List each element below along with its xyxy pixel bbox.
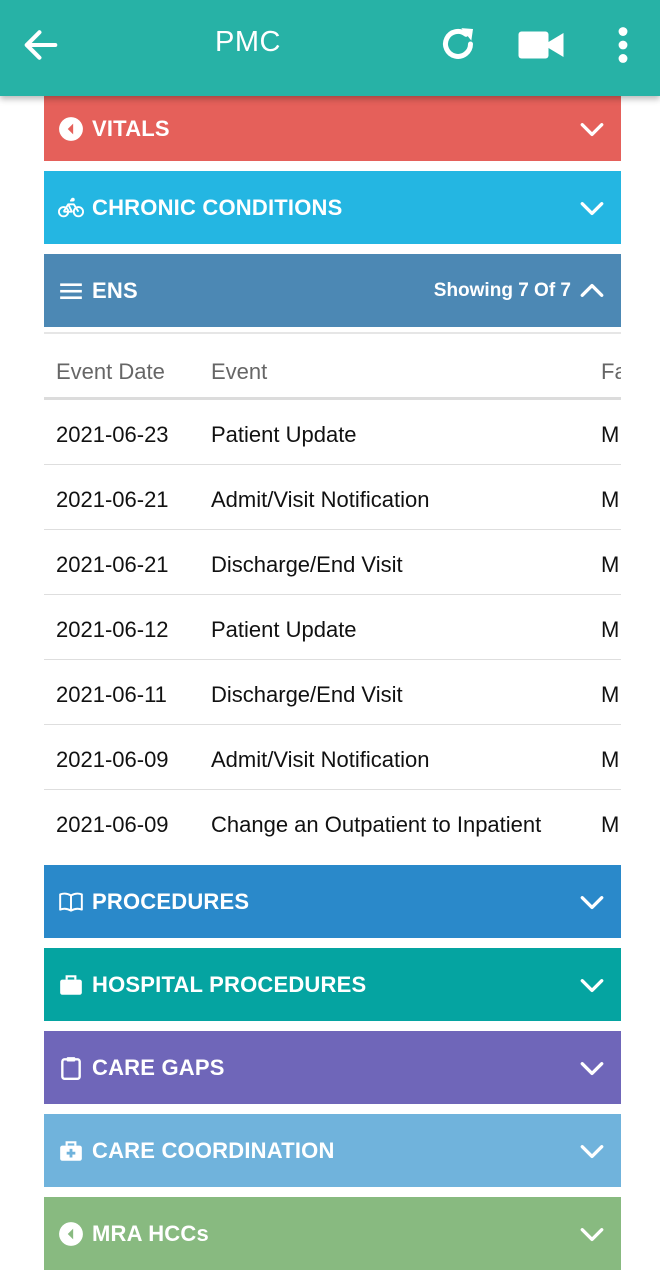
cell-facility: M bbox=[601, 617, 620, 642]
chevron-down-icon bbox=[580, 1061, 604, 1075]
cell-event: Admit/Visit Notification bbox=[211, 747, 430, 772]
section-procedures-label: PROCEDURES bbox=[92, 888, 250, 914]
chevron-down-icon bbox=[580, 895, 604, 909]
column-header-event[interactable]: Event bbox=[211, 359, 267, 385]
chevron-up-icon bbox=[580, 283, 604, 297]
chevron-down-icon bbox=[580, 201, 604, 215]
chevron-down-icon bbox=[580, 1227, 604, 1241]
briefcase-icon bbox=[60, 974, 82, 995]
menu-lines-icon bbox=[60, 282, 82, 299]
cell-facility: M bbox=[601, 487, 620, 512]
section-ens-label: ENS bbox=[92, 277, 138, 303]
section-chronic-conditions[interactable]: CHRONIC CONDITIONS bbox=[44, 171, 621, 244]
section-ens[interactable]: ENS Showing 7 Of 7 bbox=[44, 254, 621, 327]
cell-event: Discharge/End Visit bbox=[211, 552, 403, 577]
section-vitals-label: VITALS bbox=[92, 115, 170, 141]
video-camera-icon[interactable] bbox=[518, 30, 564, 60]
book-icon bbox=[59, 892, 83, 912]
table-row[interactable]: 2021-06-12 Patient Update M bbox=[44, 595, 621, 660]
section-care-coordination-label: CARE COORDINATION bbox=[92, 1137, 335, 1163]
section-hospital-label: HOSPITAL PROCEDURES bbox=[92, 971, 367, 997]
table-row[interactable]: 2021-06-11 Discharge/End Visit M bbox=[44, 660, 621, 725]
ens-table[interactable]: Event Date Event Fa 2021-06-23 Patient U… bbox=[44, 327, 621, 857]
circle-chevron-left-icon bbox=[59, 116, 83, 141]
cell-event: Patient Update bbox=[211, 422, 357, 447]
section-care-gaps[interactable]: CARE GAPS bbox=[44, 1031, 621, 1104]
cell-event-date: 2021-06-09 bbox=[56, 812, 169, 837]
section-mra-hccs[interactable]: MRA HCCs bbox=[44, 1197, 621, 1270]
clipboard-icon bbox=[61, 1056, 81, 1080]
chevron-down-icon bbox=[580, 1144, 604, 1158]
cell-event-date: 2021-06-09 bbox=[56, 747, 169, 772]
bicycle-icon bbox=[58, 197, 84, 217]
cell-facility: M bbox=[601, 552, 620, 577]
chevron-down-icon bbox=[580, 122, 604, 136]
medical-kit-icon bbox=[60, 1140, 82, 1161]
content-scroll-area[interactable]: VITALS CHRONIC CONDITIONS ENS Showing 7 … bbox=[0, 0, 660, 1280]
section-mra-label: MRA HCCs bbox=[92, 1220, 209, 1246]
column-header-facility[interactable]: Fa bbox=[601, 359, 621, 385]
column-header-event-date[interactable]: Event Date bbox=[56, 359, 165, 385]
table-row[interactable]: 2021-06-23 Patient Update M bbox=[44, 400, 621, 465]
section-chronic-label: CHRONIC CONDITIONS bbox=[92, 194, 343, 220]
cell-facility: M bbox=[601, 422, 620, 447]
ens-count-label: Showing 7 Of 7 bbox=[433, 279, 571, 301]
cell-event-date: 2021-06-12 bbox=[56, 617, 169, 642]
section-care-coordination[interactable]: CARE COORDINATION bbox=[44, 1114, 621, 1187]
table-top-divider bbox=[44, 332, 621, 334]
cell-event-date: 2021-06-11 bbox=[56, 682, 167, 707]
cell-event: Change an Outpatient to Inpatient bbox=[211, 812, 542, 837]
cell-event-date: 2021-06-23 bbox=[56, 422, 169, 447]
cell-event: Admit/Visit Notification bbox=[211, 487, 430, 512]
cell-event: Patient Update bbox=[211, 617, 357, 642]
app-bar: PMC bbox=[0, 0, 660, 96]
refresh-icon[interactable] bbox=[438, 24, 478, 64]
table-row[interactable]: 2021-06-21 Discharge/End Visit M bbox=[44, 530, 621, 595]
section-vitals[interactable]: VITALS bbox=[44, 96, 621, 161]
cell-facility: M bbox=[601, 682, 620, 707]
app-title: PMC bbox=[215, 26, 281, 58]
table-row[interactable]: 2021-06-09 Admit/Visit Notification M bbox=[44, 725, 621, 790]
cell-event-date: 2021-06-21 bbox=[56, 552, 169, 577]
section-care-gaps-label: CARE GAPS bbox=[92, 1054, 225, 1080]
circle-chevron-left-icon bbox=[59, 1221, 83, 1246]
table-row[interactable]: 2021-06-21 Admit/Visit Notification M bbox=[44, 465, 621, 530]
cell-event: Discharge/End Visit bbox=[211, 682, 403, 707]
table-header-row: Event Date Event Fa bbox=[44, 335, 621, 405]
section-procedures[interactable]: PROCEDURES bbox=[44, 865, 621, 938]
more-vertical-icon[interactable] bbox=[614, 26, 632, 64]
cell-facility: M bbox=[601, 747, 620, 772]
table-row[interactable]: 2021-06-09 Change an Outpatient to Inpat… bbox=[44, 790, 621, 855]
section-hospital-procedures[interactable]: HOSPITAL PROCEDURES bbox=[44, 948, 621, 1021]
chevron-down-icon bbox=[580, 978, 604, 992]
cell-event-date: 2021-06-21 bbox=[56, 487, 169, 512]
cell-facility: M bbox=[601, 812, 620, 837]
